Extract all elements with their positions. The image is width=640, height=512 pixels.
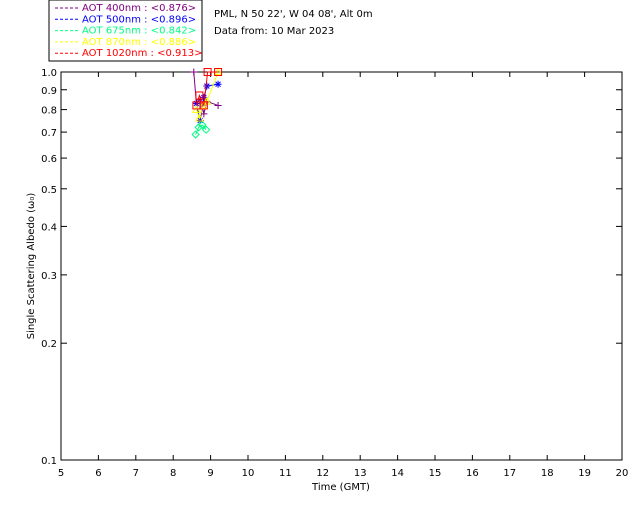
x-tick-label: 13 <box>354 468 367 479</box>
x-tick-label: 9 <box>207 468 213 479</box>
x-tick-label: 5 <box>58 468 64 479</box>
legend-entry: AOT 500nm : <0.896> <box>82 14 196 25</box>
x-tick-label: 14 <box>391 468 404 479</box>
albedo-chart: AOT 400nm : <0.876>AOT 500nm : <0.896>AO… <box>26 0 628 493</box>
x-tick-label: 6 <box>95 468 101 479</box>
y-tick-label: 0.3 <box>41 271 57 282</box>
x-tick-label: 17 <box>503 468 516 479</box>
date-header: Data from: 10 Mar 2023 <box>214 26 334 37</box>
x-tick-label: 19 <box>578 468 591 479</box>
x-tick-label: 10 <box>242 468 255 479</box>
data-point <box>214 80 222 88</box>
series <box>191 120 211 139</box>
y-tick-label: 0.1 <box>41 456 57 467</box>
y-tick-label: 0.6 <box>41 154 57 165</box>
data-point <box>203 82 211 90</box>
y-tick-label: 0.8 <box>41 106 57 117</box>
data-point <box>214 101 222 109</box>
x-tick-label: 11 <box>279 468 292 479</box>
y-tick-label: 0.7 <box>41 128 57 139</box>
y-tick-label: 0.9 <box>41 86 57 97</box>
legend-entry: AOT 1020nm : <0.913> <box>82 48 202 59</box>
y-tick-label: 1.0 <box>41 68 57 79</box>
x-tick-label: 20 <box>616 468 629 479</box>
x-tick-label: 7 <box>133 468 139 479</box>
x-tick-label: 18 <box>541 468 554 479</box>
x-axis-label: Time (GMT) <box>311 482 370 493</box>
axis-ticks: 5 6 7 8 9 10 11 12 13 14 15 16 17 18 19 20 0.1 0.2 0.3 0.4 0… <box>41 68 628 479</box>
legend-entry: AOT 870nm : <0.886> <box>82 37 196 48</box>
y-tick-label: 0.4 <box>41 222 57 233</box>
legend-entry: AOT 400nm : <0.876> <box>82 3 196 14</box>
legend: AOT 400nm : <0.876>AOT 500nm : <0.896>AO… <box>48 0 203 62</box>
x-tick-label: 15 <box>429 468 442 479</box>
x-tick-label: 8 <box>170 468 176 479</box>
data-points <box>190 67 223 139</box>
site-header: PML, N 50 22', W 04 08', Alt 0m <box>214 9 373 20</box>
x-tick-label: 16 <box>466 468 479 479</box>
data-point <box>190 68 198 76</box>
y-tick-label: 0.2 <box>41 339 57 350</box>
y-axis-label: Single Scattering Albedo (ω₀) <box>26 193 37 340</box>
legend-entry: AOT 675nm : <0.842> <box>82 26 196 37</box>
y-tick-label: 0.5 <box>41 185 57 196</box>
x-tick-label: 12 <box>316 468 329 479</box>
plot-frame <box>60 71 623 461</box>
